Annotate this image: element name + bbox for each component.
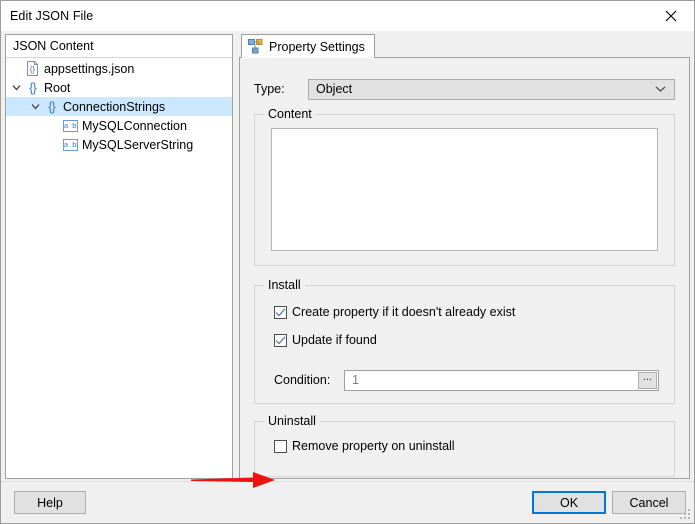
edit-json-file-dialog: Edit JSON File JSON Content {} appsettin…: [0, 0, 695, 524]
object-brace-glyph: {}: [29, 80, 37, 95]
close-button[interactable]: [648, 1, 694, 31]
checkmark-icon: [275, 307, 286, 317]
type-label: Type:: [254, 82, 285, 96]
help-button[interactable]: Help: [14, 491, 86, 514]
json-tree[interactable]: {} appsettings.json {} Root {} Connectio…: [6, 58, 232, 478]
json-string-icon: a b: [62, 135, 79, 154]
update-if-found-checkbox-row[interactable]: Update if found: [274, 333, 377, 347]
tree-panel-header-label: JSON Content: [13, 39, 94, 53]
tree-item-label: Root: [44, 80, 71, 95]
tree-chevron-placeholder: [9, 59, 24, 78]
update-if-found-checkbox-label: Update if found: [292, 333, 377, 347]
condition-browse-button[interactable]: ...: [638, 371, 657, 389]
condition-input-value: 1: [352, 373, 359, 387]
object-brace-glyph: {}: [48, 99, 56, 114]
install-group: Install Create property if it doesn't al…: [254, 278, 675, 404]
tree-item-label: appsettings.json: [44, 61, 135, 76]
tree-item-label: MySQLConnection: [82, 118, 187, 133]
uninstall-group-title: Uninstall: [264, 414, 320, 428]
condition-label: Condition:: [274, 373, 331, 387]
json-object-icon: {}: [43, 97, 60, 116]
content-group-title: Content: [264, 107, 316, 121]
tab-property-settings[interactable]: Property Settings: [241, 34, 375, 58]
ok-button[interactable]: OK: [532, 491, 606, 514]
string-ab-glyph: a b: [63, 119, 78, 132]
chevron-down-icon[interactable]: [9, 78, 24, 97]
tree-chevron-placeholder: [47, 116, 62, 135]
condition-row: Condition: 1 ...: [274, 369, 659, 391]
type-combobox-value: Object: [316, 82, 353, 96]
tree-item-mysqlconnection[interactable]: a b MySQLConnection: [6, 116, 232, 135]
tree-item-mysqlserverstring[interactable]: a b MySQLServerString: [6, 135, 232, 154]
update-if-found-checkbox[interactable]: [274, 333, 287, 347]
dialog-body: JSON Content {} appsettings.json {} Root…: [1, 31, 694, 488]
tree-item-root[interactable]: {} Root: [6, 78, 232, 97]
checkmark-icon: [275, 335, 286, 345]
tab-strip: Property Settings: [239, 34, 690, 58]
condition-input[interactable]: 1 ...: [344, 369, 659, 391]
property-settings-panel: Type: Object Content Install Create prop…: [239, 34, 690, 479]
tab-content-box: Type: Object Content Install Create prop…: [239, 57, 690, 479]
content-textarea[interactable]: [271, 128, 658, 251]
chevron-down-icon[interactable]: [28, 97, 43, 116]
tree-item-label: MySQLServerString: [82, 137, 194, 152]
remove-property-checkbox-row[interactable]: Remove property on uninstall: [274, 439, 455, 453]
svg-text:{}: {}: [30, 65, 36, 74]
close-icon: [665, 10, 677, 22]
create-property-checkbox-row[interactable]: Create property if it doesn't already ex…: [274, 305, 515, 319]
create-property-checkbox-label: Create property if it doesn't already ex…: [292, 305, 516, 319]
json-file-icon: {}: [24, 59, 41, 78]
remove-property-checkbox[interactable]: [274, 439, 287, 453]
tree-item-connectionstrings[interactable]: {} ConnectionStrings: [6, 97, 232, 116]
title-bar: Edit JSON File: [1, 1, 694, 31]
json-object-icon: {}: [24, 78, 41, 97]
json-content-panel: JSON Content {} appsettings.json {} Root…: [5, 34, 233, 479]
install-group-title: Install: [264, 278, 305, 292]
type-combobox[interactable]: Object: [308, 78, 675, 100]
cancel-button[interactable]: Cancel: [612, 491, 686, 514]
content-group: Content: [254, 107, 675, 266]
window-title: Edit JSON File: [10, 9, 94, 23]
uninstall-group: Uninstall Remove property on uninstall: [254, 414, 675, 477]
tree-panel-header: JSON Content: [6, 35, 232, 58]
chevron-down-icon: [655, 86, 666, 93]
hierarchy-icon: [248, 39, 263, 54]
tree-item-appsettings-json[interactable]: {} appsettings.json: [6, 59, 232, 78]
create-property-checkbox[interactable]: [274, 305, 287, 319]
dialog-button-bar: Help OK Cancel: [1, 481, 694, 523]
tree-chevron-placeholder: [47, 135, 62, 154]
string-ab-glyph: a b: [63, 138, 78, 151]
resize-grip[interactable]: [679, 508, 691, 520]
tree-item-label: ConnectionStrings: [63, 99, 166, 114]
remove-property-checkbox-label: Remove property on uninstall: [292, 439, 455, 453]
json-string-icon: a b: [62, 116, 79, 135]
type-row: Type: Object: [254, 78, 675, 100]
tab-property-settings-label: Property Settings: [269, 39, 365, 54]
